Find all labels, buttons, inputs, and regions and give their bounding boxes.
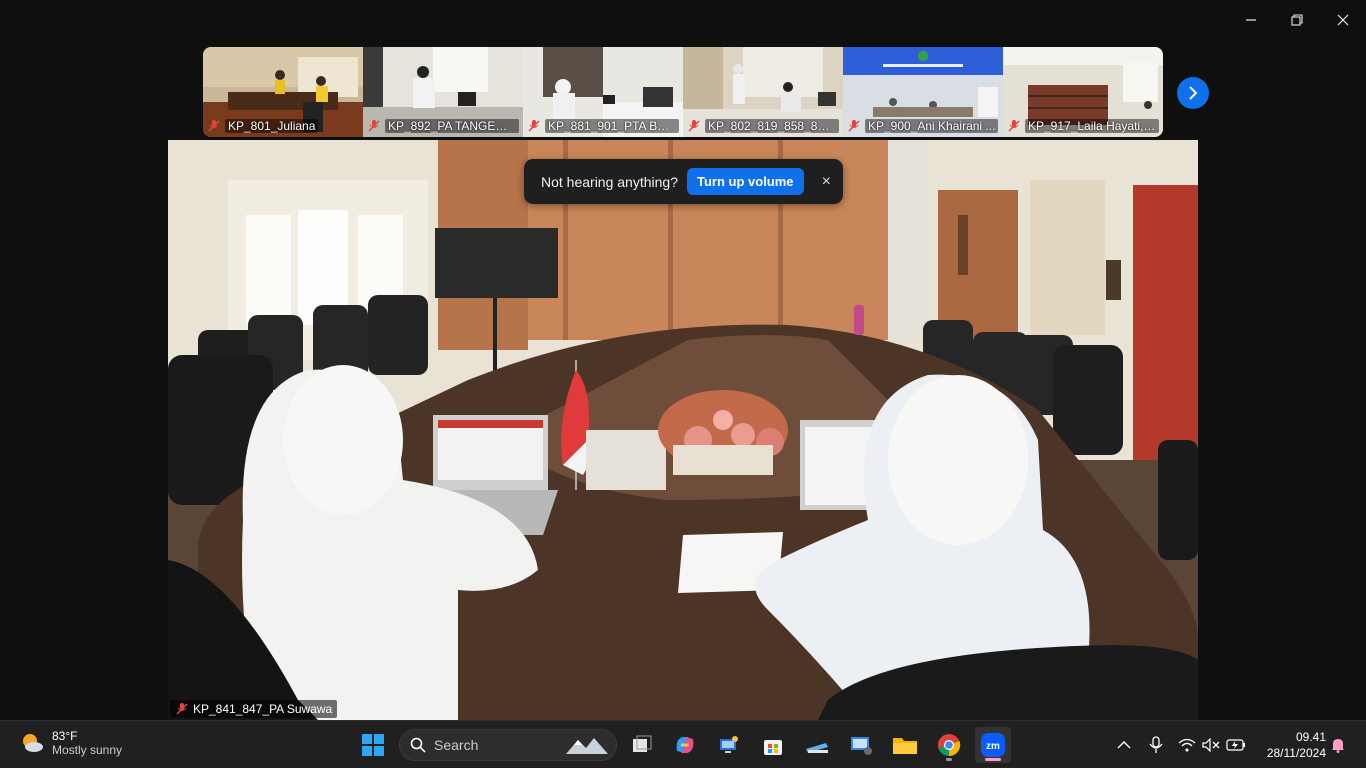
remote-desktop-icon bbox=[720, 736, 738, 753]
copilot-icon bbox=[676, 737, 694, 753]
gallery-next-button[interactable] bbox=[1177, 77, 1209, 109]
weather-widget[interactable]: 83°F Mostly sunny bbox=[20, 729, 122, 757]
chrome-button[interactable] bbox=[931, 727, 967, 763]
scanner-app-button[interactable] bbox=[799, 727, 835, 763]
zoom-taskbar-button[interactable]: zm bbox=[975, 727, 1011, 763]
running-indicator bbox=[946, 758, 952, 761]
participant-tile[interactable]: KP_802_819_858_860_... bbox=[683, 47, 843, 137]
close-icon bbox=[1337, 14, 1349, 26]
restore-button[interactable] bbox=[1274, 4, 1320, 36]
participant-tile[interactable]: KP_917_Laila Hayati, ... bbox=[1003, 47, 1163, 137]
speaker-name: KP_841_847_PA Suwawa bbox=[193, 702, 333, 716]
muted-mic-icon bbox=[688, 119, 700, 132]
sun-cloud-icon bbox=[23, 734, 43, 752]
clock-date: 28/11/2024 bbox=[1266, 746, 1326, 760]
minimize-button[interactable] bbox=[1228, 4, 1274, 36]
battery-tray-button[interactable] bbox=[1224, 729, 1248, 761]
chevron-up-icon bbox=[1117, 741, 1131, 749]
audio-prompt-message: Not hearing anything? bbox=[541, 173, 678, 190]
participant-name: KP_892_PA TANGERA... bbox=[385, 118, 519, 133]
close-window-button[interactable] bbox=[1320, 4, 1366, 36]
participant-tile[interactable]: KP_900_Ani Khairani ... bbox=[843, 47, 1003, 137]
task-view-icon bbox=[633, 735, 652, 752]
speaker-name-label: KP_841_847_PA Suwawa bbox=[170, 700, 338, 718]
start-button[interactable] bbox=[355, 727, 391, 763]
zoom-icon: zm bbox=[981, 733, 1005, 757]
muted-mic-icon bbox=[368, 119, 380, 132]
participant-tile[interactable]: KP_892_PA TANGERA... bbox=[363, 47, 523, 137]
mountain-highlight-icon bbox=[566, 738, 608, 754]
close-toast-button[interactable]: × bbox=[822, 173, 831, 191]
show-hidden-icons-button[interactable] bbox=[1112, 729, 1136, 761]
svg-text:zm: zm bbox=[986, 741, 1000, 752]
weather-condition: Mostly sunny bbox=[52, 743, 123, 757]
weather-temperature: 83°F bbox=[52, 729, 78, 743]
taskbar-clock[interactable]: 09.41 28/11/2024 bbox=[1258, 729, 1326, 761]
remote-desktop-button[interactable] bbox=[711, 727, 747, 763]
muted-mic-icon bbox=[208, 119, 220, 132]
network-tray-button[interactable] bbox=[1176, 729, 1198, 761]
scanner-icon bbox=[806, 743, 828, 753]
taskbar: 83°F Mostly sunny Search zm 09.41 28/11/… bbox=[0, 720, 1366, 768]
notifications-button[interactable] bbox=[1328, 729, 1348, 761]
store-button[interactable] bbox=[755, 727, 791, 763]
wifi-icon bbox=[1178, 738, 1196, 752]
battery-charging-icon bbox=[1226, 739, 1245, 751]
participant-name: KP_802_819_858_860_... bbox=[705, 118, 839, 133]
minimize-icon bbox=[1246, 19, 1256, 21]
restore-icon bbox=[1291, 14, 1303, 26]
task-view-button[interactable] bbox=[624, 727, 660, 763]
taskbar-search[interactable]: Search bbox=[399, 729, 617, 761]
active-speaker-video[interactable] bbox=[168, 140, 1198, 720]
search-label: Search bbox=[434, 737, 479, 753]
participant-tile[interactable]: KP_881_901_PTA BAN... bbox=[523, 47, 683, 137]
active-window-indicator bbox=[985, 758, 1001, 761]
chrome-icon bbox=[938, 734, 961, 757]
participant-tile[interactable]: KP_801_Juliana bbox=[203, 47, 363, 137]
control-panel-button[interactable] bbox=[843, 727, 879, 763]
audio-prompt-toast: Not hearing anything? Turn up volume × bbox=[524, 159, 843, 204]
muted-mic-icon bbox=[528, 119, 540, 132]
participant-name: KP_801_Juliana bbox=[225, 118, 319, 133]
clock-time: 09.41 bbox=[1295, 730, 1326, 744]
turn-up-volume-button[interactable]: Turn up volume bbox=[687, 168, 804, 195]
microphone-icon bbox=[1149, 736, 1163, 753]
file-explorer-button[interactable] bbox=[887, 727, 923, 763]
participant-name: KP_881_901_PTA BAN... bbox=[545, 118, 679, 133]
video-feed bbox=[168, 140, 1198, 720]
windows-logo-icon bbox=[362, 734, 384, 756]
microphone-tray-button[interactable] bbox=[1145, 729, 1167, 761]
muted-mic-icon bbox=[176, 703, 188, 715]
participant-name: KP_900_Ani Khairani ... bbox=[865, 118, 999, 133]
muted-mic-icon bbox=[1008, 119, 1020, 132]
volume-tray-button[interactable] bbox=[1200, 729, 1222, 761]
copilot-button[interactable] bbox=[667, 727, 703, 763]
gallery-strip: KP_801_Juliana KP_892_PA TANGERA... KP_8… bbox=[203, 47, 1163, 137]
chevron-right-icon bbox=[1189, 86, 1198, 100]
bell-icon bbox=[1332, 739, 1344, 753]
computer-settings-icon bbox=[851, 737, 872, 755]
muted-mic-icon bbox=[848, 119, 860, 132]
store-icon bbox=[764, 740, 782, 755]
search-icon bbox=[410, 737, 426, 753]
participant-name: KP_917_Laila Hayati, ... bbox=[1025, 118, 1159, 133]
folder-icon bbox=[893, 738, 917, 754]
volume-muted-icon bbox=[1202, 738, 1220, 752]
zoom-meeting-window: KP_801_Juliana KP_892_PA TANGERA... KP_8… bbox=[0, 0, 1366, 720]
